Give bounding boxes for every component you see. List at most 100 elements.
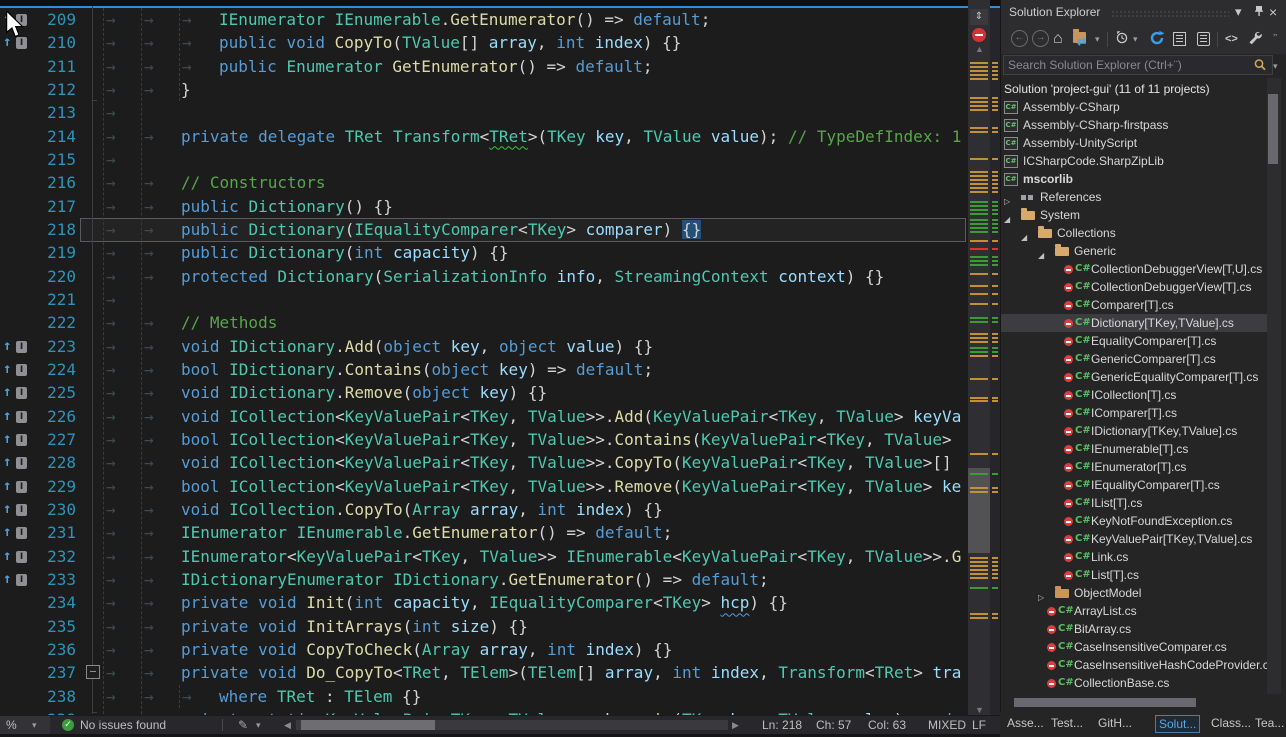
line-number[interactable]: 217 — [24, 195, 76, 218]
tree-item-comparer-t-cs[interactable]: C#Comparer[T].cs — [1001, 296, 1267, 314]
line-number[interactable]: 233 — [24, 568, 76, 591]
line-number[interactable]: 226 — [24, 405, 76, 428]
line-number[interactable]: 214 — [24, 125, 76, 148]
code-line-217[interactable]: 217→→public Dictionary() {} — [0, 195, 968, 218]
tree-item-system[interactable]: ◢System — [1001, 206, 1267, 224]
tree-item-references[interactable]: ▷References — [1001, 188, 1267, 206]
tree-item-icollection-t-cs[interactable]: C#ICollection[T].cs — [1001, 386, 1267, 404]
panel-title-bar[interactable]: Solution Explorer ▾ × — [1001, 0, 1286, 26]
code-line-238[interactable]: 238→→→where TRet : TElem {} — [0, 685, 968, 708]
line-number[interactable]: 238 — [24, 685, 76, 708]
line-number[interactable]: 230 — [24, 498, 76, 521]
panel-tab-tea[interactable]: Tea... — [1252, 715, 1286, 731]
code-line-233[interactable]: ↑I233→→IDictionaryEnumerator IDictionary… — [0, 568, 968, 591]
toolbar-overflow-icon[interactable]: ’’ — [1273, 30, 1277, 48]
tree-item-caseinsensitivehashcodeprovider-cs[interactable]: C#CaseInsensitiveHashCodeProvider.cs — [1001, 656, 1267, 674]
tree-item-dictionary-tkey-tvalue-cs[interactable]: C#Dictionary[TKey,TValue].cs — [1001, 314, 1267, 332]
panel-tab-solut[interactable]: Solut... — [1155, 715, 1200, 733]
chevron-down-icon[interactable]: ▾ — [1273, 61, 1278, 72]
tree-item-caseinsensitivecomparer-cs[interactable]: C#CaseInsensitiveComparer.cs — [1001, 638, 1267, 656]
override-up-arrow-icon[interactable]: ↑ — [3, 568, 11, 591]
line-number[interactable]: 225 — [24, 381, 76, 404]
scroll-down-arrow[interactable]: ▼ — [975, 705, 984, 715]
code-line-232[interactable]: ↑I232→→IEnumerator<KeyValuePair<TKey, TV… — [0, 545, 968, 568]
line-number[interactable]: 231 — [24, 521, 76, 544]
code-line-226[interactable]: ↑I226→→void ICollection<KeyValuePair<TKe… — [0, 405, 968, 428]
tree-item-collectiondebuggerview-t-cs[interactable]: C#CollectionDebuggerView[T].cs — [1001, 278, 1267, 296]
code-line-220[interactable]: 220→→protected Dictionary(SerializationI… — [0, 265, 968, 288]
forward-button[interactable]: → — [1032, 30, 1049, 47]
override-up-arrow-icon[interactable]: ↑ — [3, 8, 11, 31]
tree-item-idictionary-tkey-tvalue-cs[interactable]: C#IDictionary[TKey,TValue].cs — [1001, 422, 1267, 440]
code-line-224[interactable]: ↑I224→→bool IDictionary.Contains(object … — [0, 358, 968, 381]
code-line-236[interactable]: 236→→private void CopyToCheck(Array arra… — [0, 638, 968, 661]
pin-icon[interactable] — [1253, 4, 1265, 18]
code-editor[interactable]: ↑I209→→→IEnumerator IEnumerable.GetEnume… — [0, 0, 1000, 737]
tree-item-ienumerator-t-cs[interactable]: C#IEnumerator[T].cs — [1001, 458, 1267, 476]
code-line-209[interactable]: ↑I209→→→IEnumerator IEnumerable.GetEnume… — [0, 8, 968, 31]
code-line-225[interactable]: ↑I225→→void IDictionary.Remove(object ke… — [0, 381, 968, 404]
override-up-arrow-icon[interactable]: ↑ — [3, 545, 11, 568]
tree-item-ilist-t-cs[interactable]: C#IList[T].cs — [1001, 494, 1267, 512]
column-indicator[interactable]: Col: 63 — [868, 716, 906, 734]
horizontal-scrollbar[interactable] — [296, 720, 728, 730]
override-up-arrow-icon[interactable]: ↑ — [3, 335, 11, 358]
line-number[interactable]: 223 — [24, 335, 76, 358]
search-icon[interactable] — [1253, 58, 1267, 72]
line-number[interactable]: 222 — [24, 311, 76, 334]
fold-collapse-button[interactable]: – — [86, 665, 100, 679]
line-number[interactable]: 221 — [24, 288, 76, 311]
tree-item-solution-project-gui-11-of-11-projects[interactable]: Solution 'project-gui' (11 of 11 project… — [1001, 80, 1267, 98]
tree-scrollbar-thumb[interactable] — [1268, 94, 1278, 164]
zoom-selector[interactable]: % ▾ — [0, 716, 50, 734]
properties-pages-icon[interactable] — [1173, 32, 1186, 46]
line-number[interactable]: 210 — [24, 31, 76, 54]
chevron-down-icon[interactable]: ▾ — [1095, 30, 1100, 48]
line-number[interactable]: 220 — [24, 265, 76, 288]
code-line-237[interactable]: 237→→private void Do_CopyTo<TRet, TElem>… — [0, 661, 968, 684]
tree-item-equalitycomparer-t-cs[interactable]: C#EqualityComparer[T].cs — [1001, 332, 1267, 350]
override-up-arrow-icon[interactable]: ↑ — [3, 358, 11, 381]
tree-item-collectionbase-cs[interactable]: C#CollectionBase.cs — [1001, 674, 1267, 692]
code-line-228[interactable]: ↑I228→→void ICollection<KeyValuePair<TKe… — [0, 451, 968, 474]
override-up-arrow-icon[interactable]: ↑ — [3, 405, 11, 428]
filter-pencil-icon[interactable]: ✎ — [238, 716, 248, 734]
code-line-221[interactable]: 221→ — [0, 288, 968, 311]
code-line-218[interactable]: 218→→public Dictionary(IEqualityComparer… — [0, 218, 968, 241]
line-number[interactable]: 235 — [24, 615, 76, 638]
line-ending-indicator[interactable]: LF — [972, 716, 986, 734]
close-icon[interactable]: × — [1269, 4, 1277, 20]
character-indicator[interactable]: Ch: 57 — [816, 716, 851, 734]
issues-status[interactable]: No issues found — [80, 716, 166, 734]
tree-item-iequalitycomparer-t-cs[interactable]: C#IEqualityComparer[T].cs — [1001, 476, 1267, 494]
line-indicator[interactable]: Ln: 218 — [762, 716, 802, 734]
line-number[interactable]: 212 — [24, 78, 76, 101]
tree-vertical-scrollbar[interactable] — [1267, 78, 1281, 694]
editor-split-handle[interactable]: ⇕ — [970, 9, 988, 25]
tree-item-arraylist-cs[interactable]: C#ArrayList.cs — [1001, 602, 1267, 620]
line-number[interactable]: 219 — [24, 241, 76, 264]
panel-tab-asse[interactable]: Asse... — [1004, 715, 1047, 731]
code-line-223[interactable]: ↑I223→→void IDictionary.Add(object key, … — [0, 335, 968, 358]
override-up-arrow-icon[interactable]: ↑ — [3, 451, 11, 474]
pending-changes-filter-icon[interactable] — [1115, 30, 1129, 48]
tree-item-objectmodel[interactable]: ▷ObjectModel — [1001, 584, 1267, 602]
code-line-222[interactable]: 222→→// Methods — [0, 311, 968, 334]
code-line-210[interactable]: ↑I210→→→public void CopyTo(TValue[] arra… — [0, 31, 968, 54]
override-up-arrow-icon[interactable]: ↑ — [3, 31, 11, 54]
search-input[interactable] — [1003, 55, 1273, 75]
line-number[interactable]: 209 — [24, 8, 76, 31]
code-line-213[interactable]: 213→ — [0, 101, 968, 124]
line-number[interactable]: 216 — [24, 171, 76, 194]
scroll-up-arrow[interactable]: ▲ — [975, 44, 984, 54]
tree-item-list-t-cs[interactable]: C#List[T].cs — [1001, 566, 1267, 584]
tree-scrollbar-h-thumb[interactable] — [1014, 698, 1196, 707]
override-up-arrow-icon[interactable]: ↑ — [3, 381, 11, 404]
scroll-left-arrow[interactable]: ◀ — [284, 716, 291, 734]
code-line-230[interactable]: ↑I230→→void ICollection.CopyTo(Array arr… — [0, 498, 968, 521]
scroll-right-arrow[interactable]: ▶ — [732, 716, 739, 734]
code-line-214[interactable]: 214→→private delegate TRet Transform<TRe… — [0, 125, 968, 148]
override-up-arrow-icon[interactable]: ↑ — [3, 428, 11, 451]
chevron-down-icon[interactable]: ▾ — [256, 716, 261, 734]
line-number[interactable]: 234 — [24, 591, 76, 614]
